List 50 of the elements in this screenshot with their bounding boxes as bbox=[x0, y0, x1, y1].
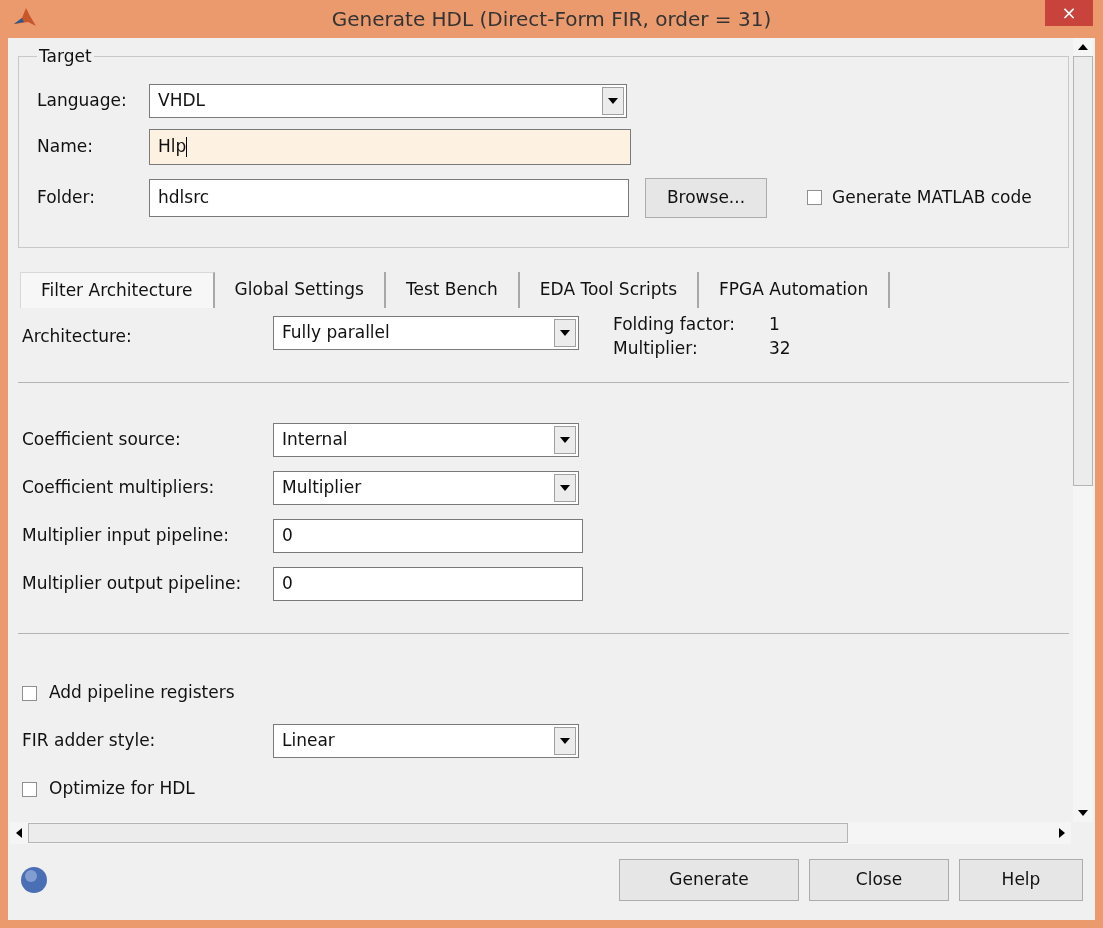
scrollbar-thumb[interactable] bbox=[1073, 56, 1093, 486]
dropdown-arrow-icon bbox=[608, 97, 618, 104]
arrow-left-icon bbox=[16, 828, 22, 838]
arrow-up-icon bbox=[1078, 44, 1088, 50]
field-label: Language: bbox=[37, 88, 128, 112]
dropdown-arrow-icon bbox=[560, 437, 570, 443]
info-value: 1 bbox=[769, 313, 780, 336]
dialog-button[interactable]: Close bbox=[809, 859, 949, 901]
field-label: Multiplier output pipeline: bbox=[22, 572, 243, 596]
info-value: 32 bbox=[769, 337, 791, 360]
close-button[interactable]: × bbox=[1045, 0, 1093, 26]
scrollbar-thumb[interactable] bbox=[28, 823, 848, 843]
dropdown[interactable]: Multiplier bbox=[273, 471, 579, 505]
checkbox-label: Generate MATLAB code bbox=[832, 185, 1032, 209]
arrow-down-icon bbox=[1078, 810, 1088, 816]
dropdown-arrow-icon bbox=[560, 330, 570, 336]
dropdown[interactable]: VHDL bbox=[149, 83, 627, 118]
window-title: Generate HDL (Direct-Form FIR, order = 31) bbox=[331, 6, 772, 33]
info-label: Folding factor: bbox=[613, 313, 736, 336]
input-field[interactable]: hdlsrc bbox=[149, 178, 629, 217]
dropdown[interactable]: Fully parallel bbox=[273, 316, 579, 350]
group-title: Target bbox=[38, 45, 93, 68]
input-field[interactable]: 0 bbox=[273, 567, 583, 601]
dropdown[interactable]: Internal bbox=[273, 423, 579, 457]
checkbox[interactable] bbox=[22, 781, 37, 797]
input-field[interactable]: 0 bbox=[273, 519, 583, 553]
input-field[interactable]: Hlp bbox=[149, 128, 631, 165]
horizontal-scrollbar[interactable] bbox=[10, 822, 1071, 844]
field-label: Architecture: bbox=[22, 325, 133, 348]
checkbox[interactable] bbox=[22, 685, 37, 701]
field-label: FIR adder style: bbox=[22, 729, 157, 753]
field-label: Folder: bbox=[37, 185, 96, 209]
checkbox-label: Add pipeline registers bbox=[49, 681, 235, 705]
arrow-right-icon bbox=[1059, 828, 1065, 838]
info-label: Multiplier: bbox=[613, 337, 699, 360]
field-label: Name: bbox=[37, 134, 94, 158]
help-icon bbox=[20, 866, 48, 894]
field-label: Coefficient source: bbox=[22, 428, 182, 452]
checkbox[interactable] bbox=[807, 190, 822, 205]
field-label: Multiplier input pipeline: bbox=[22, 524, 230, 548]
dialog-button[interactable]: Generate bbox=[619, 859, 799, 901]
browse-button[interactable]: Browse... bbox=[645, 177, 767, 218]
dropdown-arrow-icon bbox=[560, 485, 570, 491]
dropdown-arrow-icon bbox=[560, 738, 570, 744]
vertical-scrollbar[interactable] bbox=[1073, 38, 1093, 822]
dropdown[interactable]: Linear bbox=[273, 724, 579, 758]
dialog-button[interactable]: Help bbox=[959, 859, 1083, 901]
checkbox-label: Optimize for HDL bbox=[49, 777, 195, 801]
field-label: Coefficient multipliers: bbox=[22, 476, 216, 500]
tab[interactable]: Filter Architecture bbox=[20, 272, 215, 308]
